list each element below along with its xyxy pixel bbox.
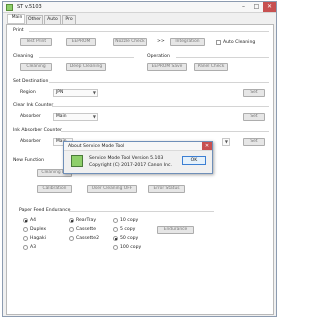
dialog-title-bar: About Service Mode Tool ✕ [64, 142, 212, 151]
size-duplex-label: Duplex [30, 227, 47, 232]
region-set-button[interactable]: Set [243, 89, 265, 97]
maximize-button[interactable]: □ [250, 2, 263, 12]
dialog-close-button[interactable]: ✕ [202, 142, 212, 150]
arrow-label: >> [157, 39, 165, 44]
ok-button[interactable]: OK [182, 156, 206, 165]
tray-cassette2-label: Cassette2 [76, 236, 99, 241]
operation-divider [176, 57, 269, 58]
title-bar: ST v.5103 – □ ✕ [3, 2, 276, 13]
chevron-down-icon: ▼ [224, 139, 228, 144]
size-hagaki-label: Hagaki [30, 236, 46, 241]
cleaning-divider [39, 57, 134, 58]
user-cleaning-off-button[interactable]: User Cleaning OFF [87, 185, 137, 193]
eeprom-button[interactable]: EEPROM [66, 38, 96, 46]
copy-10-radio[interactable] [113, 218, 118, 223]
print-divider [29, 31, 269, 32]
cleaning-button[interactable]: Cleaning [20, 63, 52, 71]
size-a4-radio[interactable] [23, 218, 28, 223]
clear-ink-absorber-select[interactable]: Main ▼ [53, 113, 98, 121]
tab-pro[interactable]: Pro [62, 15, 76, 24]
integration-button[interactable]: Integration [170, 38, 205, 46]
copy-5-radio[interactable] [113, 227, 118, 232]
size-duplex-radio[interactable] [23, 227, 28, 232]
copy-10-label: 10 copy [120, 218, 139, 223]
cleaning-heading: Cleaning [13, 54, 34, 59]
set-destination-heading: Set Destination [13, 79, 49, 84]
auto-cleaning-checkbox[interactable] [216, 40, 221, 45]
chevron-down-icon: ▼ [92, 114, 96, 119]
eeprom-save-button[interactable]: EEPROM Save [147, 63, 187, 71]
tray-reartray-radio[interactable] [69, 218, 74, 223]
test-print-button[interactable]: Test Print [20, 38, 52, 46]
copy-100-label: 100 copy [120, 245, 142, 250]
deep-cleaning-button[interactable]: Deep Cleaning [66, 63, 106, 71]
tray-cassette-label: Cassette [76, 227, 97, 232]
about-dialog: About Service Mode Tool ✕ Service Mode T… [63, 141, 213, 174]
size-hagaki-radio[interactable] [23, 236, 28, 241]
tray-cassette-radio[interactable] [69, 227, 74, 232]
nozzle-check-button[interactable]: Nozzle Check [113, 38, 147, 46]
ink-absorber-divider [61, 131, 269, 132]
size-a3-label: A3 [30, 245, 37, 250]
clear-ink-absorber-value: Main [56, 114, 67, 119]
endurance-button[interactable]: Endurance [157, 226, 194, 234]
auto-cleaning-label: Auto Cleaning [223, 40, 256, 45]
copy-5-label: 5 copy [120, 227, 136, 232]
clear-ink-absorber-label: Absorber [20, 114, 41, 119]
copy-100-radio[interactable] [113, 245, 118, 250]
ink-absorber-heading: Ink Absorber Counter [13, 128, 62, 133]
ink-absorber-set-button[interactable]: Set [243, 138, 265, 146]
close-button[interactable]: ✕ [263, 2, 276, 12]
clear-ink-divider [52, 106, 269, 107]
size-a3-radio[interactable] [23, 245, 28, 250]
dialog-copyright-text: Copyright (C) 2017-2017 Canon Inc. [89, 163, 173, 168]
error-status-button[interactable]: Error Status [148, 185, 185, 193]
ink-absorber-label: Absorber [20, 139, 41, 144]
operation-heading: Operation [147, 54, 170, 59]
clear-ink-heading: Clear Ink Counter [13, 103, 54, 108]
clear-ink-set-button[interactable]: Set [243, 113, 265, 121]
paper-feed-heading: Paper Feed Endurance [19, 208, 71, 213]
new-function-heading: New Function [13, 158, 45, 163]
ink-absorber-count-select[interactable]: ▼ [222, 138, 230, 146]
panel-check-button[interactable]: Panel Check [194, 63, 228, 71]
tab-main[interactable]: Main [7, 14, 25, 24]
size-a4-label: A4 [30, 218, 37, 223]
window-title: ST v.5103 [17, 4, 42, 10]
minimize-button[interactable]: – [237, 2, 250, 12]
copy-50-label: 50 copy [120, 236, 139, 241]
print-heading: Print [13, 28, 24, 33]
paper-feed-divider [69, 211, 214, 212]
tray-reartray-label: RearTray [76, 218, 97, 223]
set-destination-divider [49, 82, 269, 83]
dialog-title: About Service Mode Tool [68, 144, 125, 149]
calibration-button[interactable]: Calibration [37, 185, 72, 193]
copy-50-radio[interactable] [113, 236, 118, 241]
region-select[interactable]: JPN ▼ [53, 89, 98, 97]
app-icon [6, 4, 13, 11]
region-value: JPN [56, 90, 64, 95]
region-label: Region [20, 90, 36, 95]
tray-cassette2-radio[interactable] [69, 236, 74, 241]
app-icon [71, 155, 83, 167]
tab-other[interactable]: Other [26, 15, 43, 24]
dialog-version-text: Service Mode Tool Version 5.103 [89, 156, 164, 161]
chevron-down-icon: ▼ [92, 90, 96, 95]
tab-auto[interactable]: Auto [44, 15, 61, 24]
